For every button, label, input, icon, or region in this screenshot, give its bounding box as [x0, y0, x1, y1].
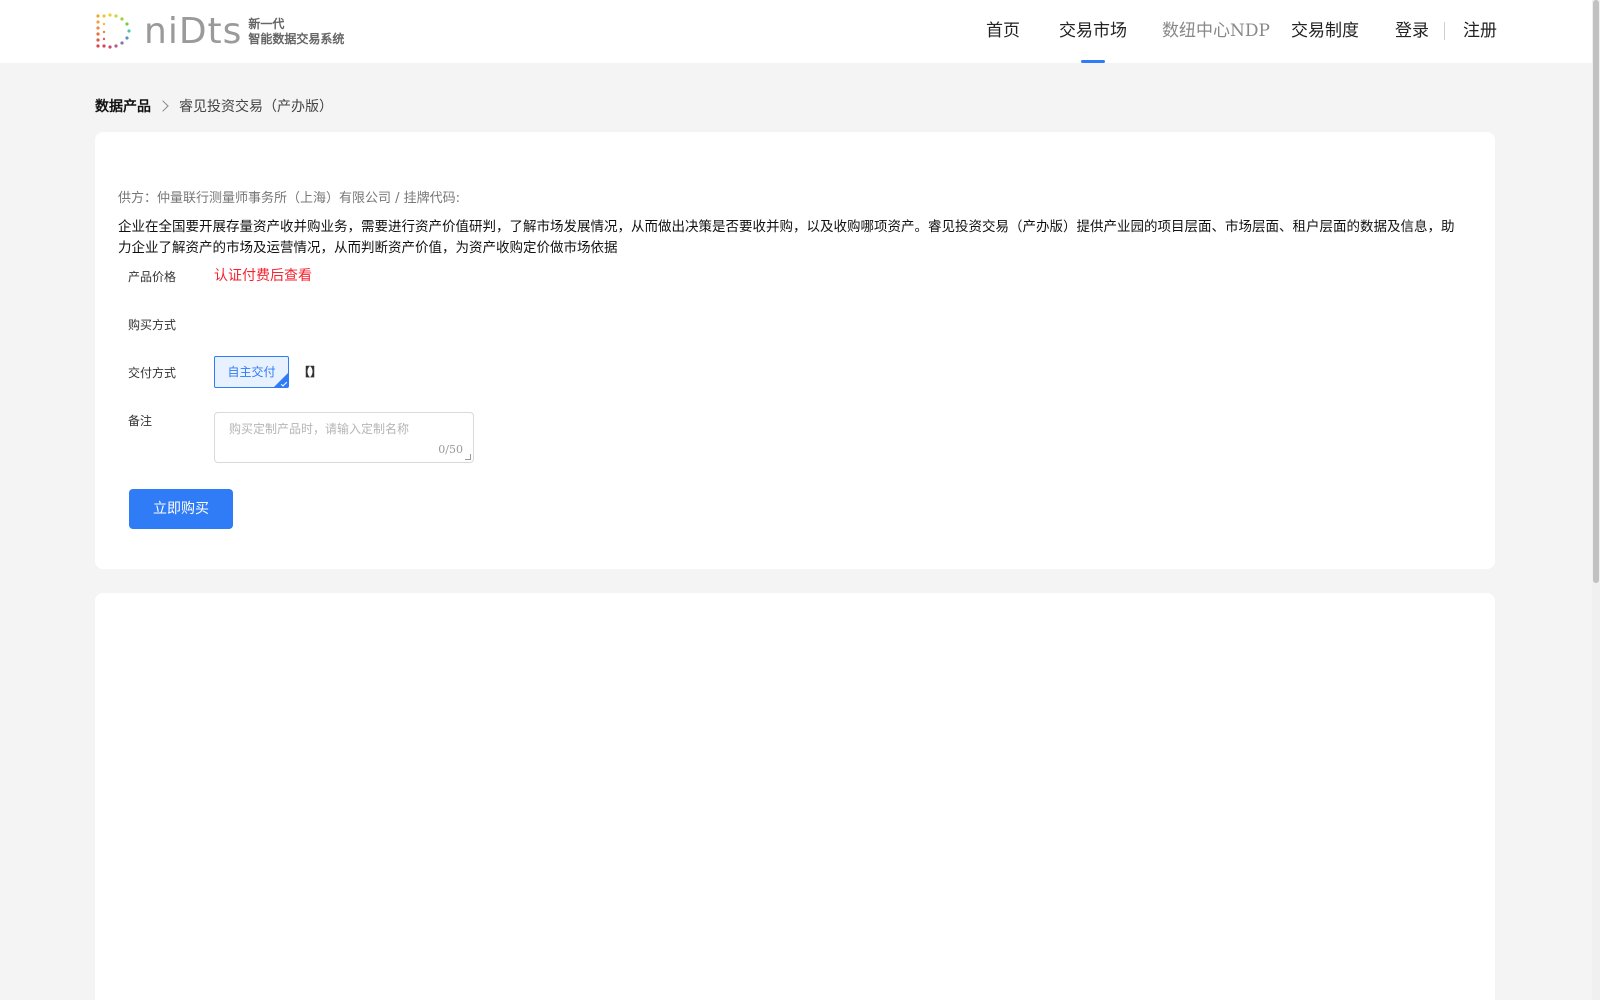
- breadcrumb-root[interactable]: 数据产品: [95, 96, 151, 116]
- nav-item-ndp[interactable]: 数纽中心NDP: [1162, 0, 1270, 63]
- register-link[interactable]: 注册: [1463, 0, 1497, 63]
- breadcrumb: 数据产品 睿见投资交易（产办版）: [95, 95, 333, 117]
- delivery-option-label: 自主交付: [227, 365, 276, 379]
- delivery-extra: 【】: [298, 365, 323, 379]
- nav-item-home[interactable]: 首页: [986, 0, 1020, 63]
- supplier-line: 供方：仲量联行测量师事务所（上海）有限公司 / 挂牌代码:: [118, 191, 461, 206]
- nav-active-indicator: [1081, 60, 1105, 63]
- delivery-option-self[interactable]: 自主交付: [214, 356, 289, 388]
- price-value: 认证付费后查看: [214, 268, 312, 284]
- product-description: 企业在全国要开展存量资产收并购业务，需要进行资产价值研判，了解市场发展情况，从而…: [118, 219, 1455, 256]
- top-header: niDts 新一代 智能数据交易系统 首页 交易市场 数纽中心NDP 交易制度 …: [0, 0, 1592, 63]
- product-detail-card: 供方：仲量联行测量师事务所（上海）有限公司 / 挂牌代码: 企业在全国要开展存量…: [95, 132, 1495, 569]
- buy-now-button[interactable]: 立即购买: [129, 489, 233, 529]
- remark-label: 备注: [128, 414, 153, 428]
- remark-placeholder: 购买定制产品时，请输入定制名称: [229, 422, 410, 436]
- purchase-method-label: 购买方式: [128, 318, 177, 332]
- nav-item-market[interactable]: 交易市场: [1059, 0, 1127, 63]
- resize-handle-icon[interactable]: [465, 454, 471, 460]
- page-scrollbar-thumb[interactable]: [1593, 0, 1599, 583]
- login-link[interactable]: 登录: [1395, 0, 1429, 63]
- price-label: 产品价格: [128, 270, 177, 284]
- nav-item-market-label: 交易市场: [1059, 21, 1127, 41]
- breadcrumb-current: 睿见投资交易（产办版）: [179, 99, 333, 115]
- delivery-method-label: 交付方式: [128, 366, 177, 380]
- remark-textarea[interactable]: 购买定制产品时，请输入定制名称 0/50: [214, 412, 474, 463]
- nav-divider: [1444, 22, 1445, 40]
- main-nav: 首页 交易市场 数纽中心NDP 交易制度 登录 注册: [0, 0, 1592, 63]
- product-content-card: [95, 593, 1495, 1000]
- remark-char-count: 0/50: [438, 443, 463, 456]
- nav-item-rules[interactable]: 交易制度: [1291, 0, 1359, 63]
- chevron-right-icon: [157, 100, 169, 112]
